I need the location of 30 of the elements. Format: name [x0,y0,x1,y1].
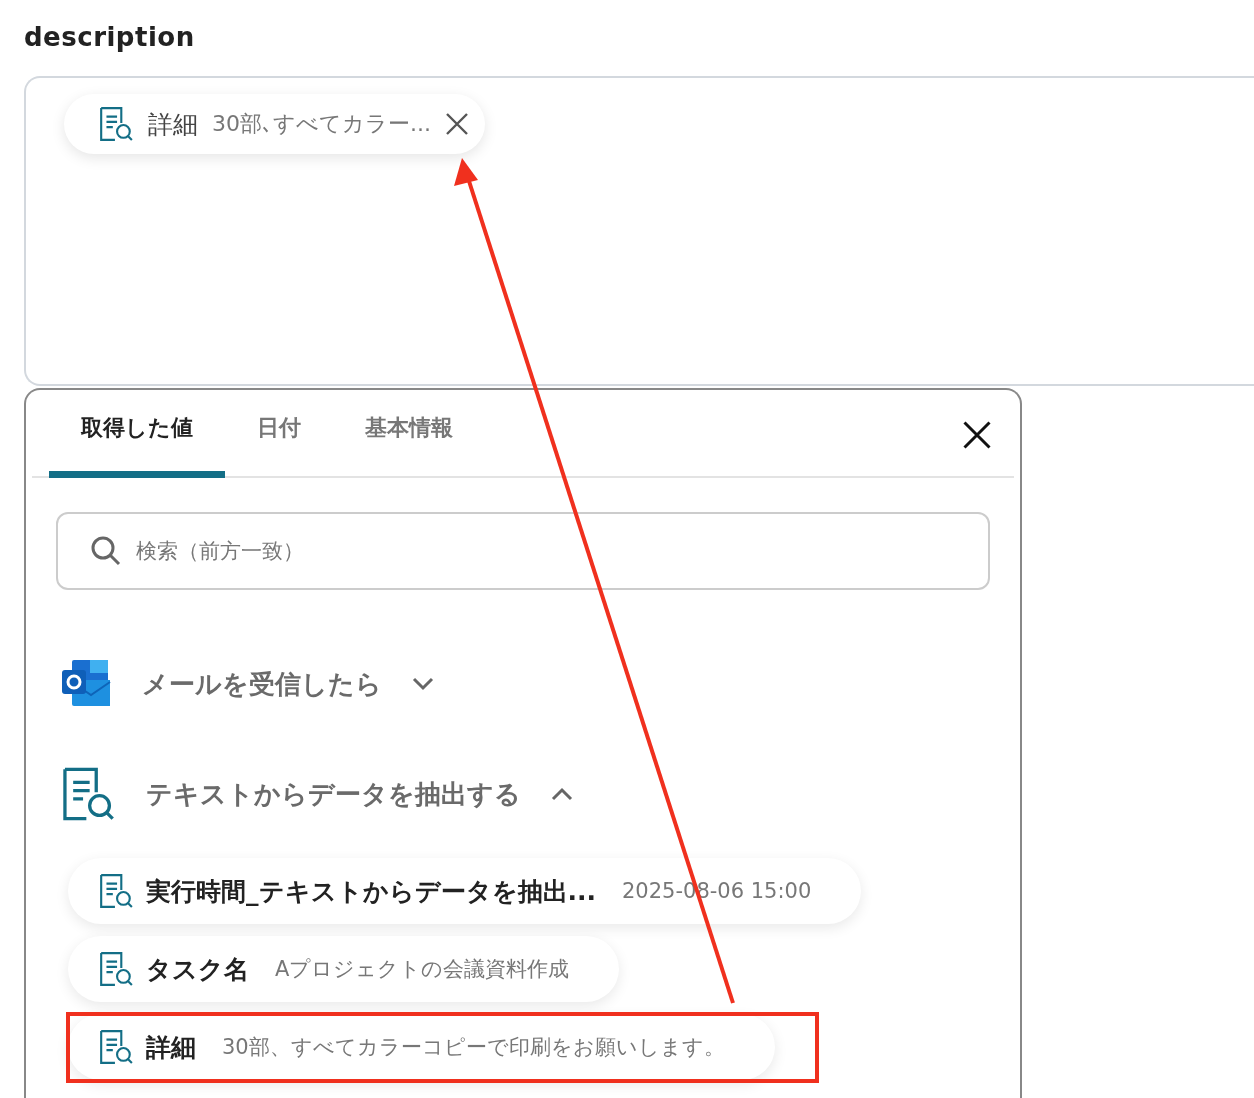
remove-button[interactable] [445,112,469,136]
search-icon [90,535,122,567]
close-icon [445,112,469,136]
chevron-icon[interactable] [551,787,573,801]
value-item[interactable]: 詳細 30部、すべてカラーコピーで印刷をお願いします。 [68,1014,775,1080]
document-search-icon [98,106,134,142]
tab[interactable]: 日付 [225,392,333,478]
document-search-icon [98,951,134,987]
variable-chip[interactable]: 詳細 30部､すべてカラー... [64,94,485,154]
close-icon [962,420,992,450]
field-label: description [24,21,196,54]
item-value: 30部、すべてカラーコピーで印刷をお願いします。 [222,1034,725,1061]
chip-name: 詳細 [148,108,198,141]
text-area[interactable]: 詳細 30部､すべてカラー... [24,76,1254,386]
item-name: 詳細 [146,1031,196,1064]
value-item[interactable]: タスク名 Aプロジェクトの会議資料作成 [68,936,620,1002]
document-search-icon [60,766,116,822]
document-search-icon [98,873,134,909]
item-name: 実行時間_テキストからデータを抽出... [146,875,596,908]
tab[interactable]: 取得した値 [49,392,225,478]
item-value: Aプロジェクトの会議資料作成 [275,956,570,983]
chevron-icon[interactable] [412,677,434,691]
group-title[interactable]: メールを受信したら [142,666,382,702]
item-name: タスク名 [146,953,249,986]
document-search-icon [98,1029,134,1065]
close-button[interactable] [962,420,992,450]
chip-value: 30部､すべてカラー... [212,110,431,138]
search-field[interactable]: 検索（前方一致） [56,512,990,590]
tab[interactable]: 基本情報 [333,392,485,478]
group-title[interactable]: テキストからデータを抽出する [146,776,521,812]
